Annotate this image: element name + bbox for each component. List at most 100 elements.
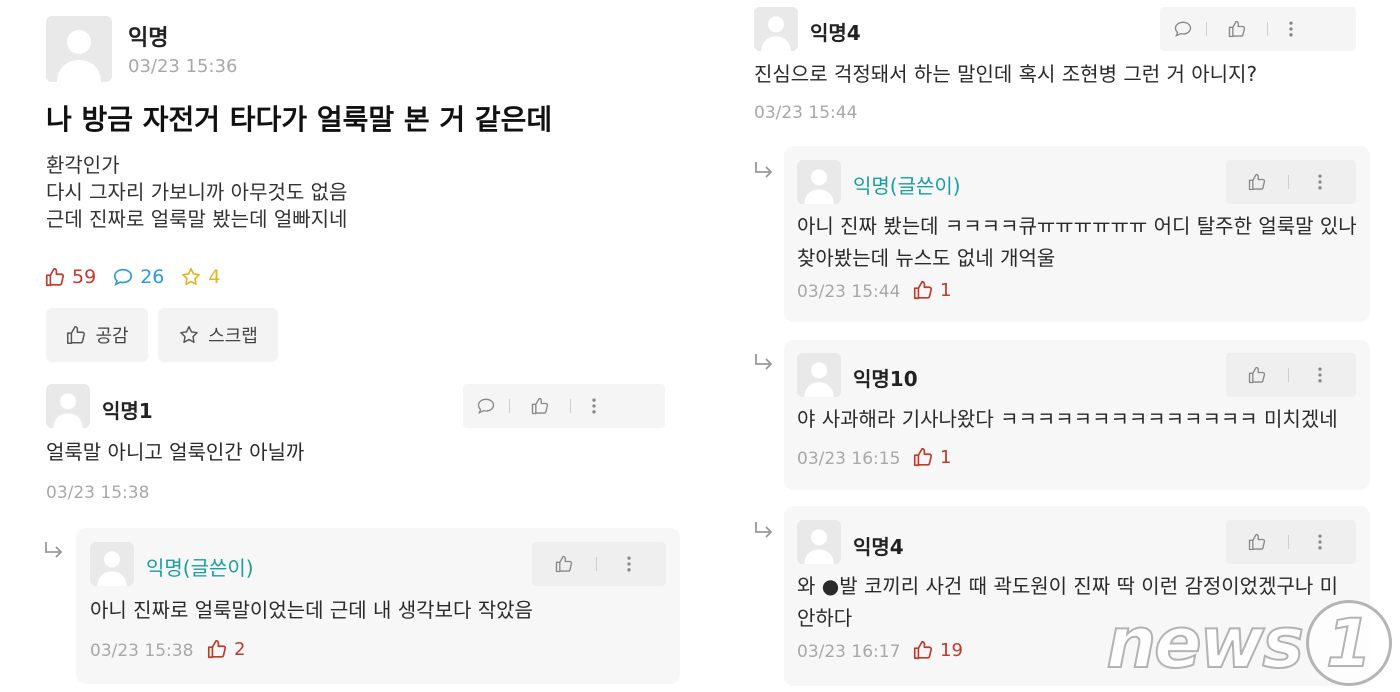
reply-arrow-icon [755,162,773,178]
reply-arrow-icon [755,354,773,370]
post-stats: 59 26 4 [44,266,220,288]
thumbs-up-icon [1248,533,1266,551]
post-title: 나 방금 자전거 타다가 얼룩말 본 거 같은데 [46,103,553,136]
comment-line: 찾아봤는데 뉴스도 없네 개억울 [797,246,1056,270]
comment-count: 26 [112,266,164,288]
comment-toolbar [532,542,666,586]
comment-avatar [797,353,841,397]
comment-toolbar [1226,160,1356,204]
reply-button[interactable] [463,384,509,428]
more-vertical-icon [1318,534,1322,550]
reply-button[interactable] [1160,7,1206,51]
like-comment-button[interactable] [510,384,570,428]
more-button[interactable] [1289,353,1351,397]
more-vertical-icon [627,556,631,572]
comment-author: 익명4 [853,535,904,559]
more-button[interactable] [1289,520,1351,564]
thumbs-up-icon [207,639,227,659]
like-comment-button[interactable] [1226,520,1288,564]
thumbs-up-icon [913,280,933,300]
comment-like-count: 19 [912,639,963,661]
like-button[interactable]: 공감 [46,308,148,362]
thumbs-up-icon [45,267,65,287]
thumbs-up-icon [1248,366,1266,384]
like-comment-button[interactable] [1207,7,1267,51]
comment-toolbar [1226,520,1356,564]
more-button[interactable] [571,384,617,428]
comment-like-count: 1 [912,446,951,468]
more-button[interactable] [597,542,661,586]
speech-bubble-icon [477,398,495,415]
scrap-button[interactable]: 스크랩 [158,308,278,362]
avatar-icon [46,16,112,82]
more-vertical-icon [1318,367,1322,383]
star-icon [180,326,198,343]
comment-text: 얼룩말 아니고 얼룩인간 아닐까 [46,440,305,464]
avatar-icon [46,384,90,428]
comment-like-count: 1 [912,279,951,301]
comment-author: 익명10 [853,367,918,391]
watermark-text: news [1105,601,1305,685]
post-body-line: 근데 진짜로 얼룩말 봤는데 얼빠지네 [46,207,348,231]
comment-line: 아니 진짜 봤는데 ㅋㅋㅋㅋ큐ㅠㅠㅠㅠㅠㅠ 어디 탈주한 얼룩말 있나 [797,214,1357,238]
like-comment-button[interactable] [1226,160,1288,204]
avatar-icon [797,160,841,204]
more-vertical-icon [1289,21,1293,37]
comment-text: 야 사과해라 기사나왔다 ㅋㅋㅋㅋㅋㅋㅋㅋㅋㅋㅋㅋㅋㅋ 미치겠네 [797,407,1338,431]
scrap-count: 4 [180,266,220,288]
reply-arrow-icon [755,522,773,538]
post-body: 환각인가 다시 그자리 가보니까 아무것도 없음 근데 진짜로 얼룩말 봤는데 … [46,152,347,233]
thumbs-up-icon [913,640,933,660]
post-author: 익명 [128,26,169,51]
comment-text: 아니 진짜로 얼룩말이었는데 근데 내 생각보다 작았음 [90,598,533,622]
like-comment-button[interactable] [1226,353,1288,397]
post-avatar [46,16,112,82]
thumbs-up-icon [531,397,549,415]
comment-avatar [90,542,134,586]
comment-time: 03/23 15:38 [46,483,150,503]
comment-avatar [46,384,90,428]
avatar-icon [754,7,798,51]
like-comment-button[interactable] [532,542,596,586]
more-vertical-icon [592,398,596,414]
post-time: 03/23 15:36 [128,56,238,77]
reply-arrow-icon [45,542,63,558]
comment-avatar [797,520,841,564]
more-button[interactable] [1268,7,1314,51]
comment-time: 03/23 15:38 [90,641,194,661]
news1-watermark: news 1 [1105,600,1392,686]
comment-time: 03/23 16:17 [797,642,901,662]
like-count: 59 [44,266,96,288]
comment-author: 익명(글쓴이) [146,556,254,580]
comment-avatar [754,7,798,51]
comment-time: 03/23 15:44 [797,282,901,302]
comment-toolbar [1160,7,1356,51]
comment-time: 03/23 15:44 [754,103,858,123]
avatar-icon [797,520,841,564]
post-body-line: 다시 그자리 가보니까 아무것도 없음 [46,180,348,204]
star-icon [182,267,201,286]
comment-text: 진심으로 걱정돼서 하는 말인데 혹시 조현병 그런 거 아니지? [754,62,1258,86]
comment-avatar [797,160,841,204]
avatar-icon [90,542,134,586]
watermark-mark: 1 [1306,600,1392,686]
thumbs-up-icon [67,326,86,344]
comment-toolbar [1226,353,1356,397]
post-body-line: 환각인가 [46,153,120,177]
comment-line: 와 ●발 코끼리 사건 때 곽도원이 진짜 딱 이런 감정이었겠구나 미 [797,574,1339,598]
comment-time: 03/23 16:15 [797,449,901,469]
comment-text: 아니 진짜 봤는데 ㅋㅋㅋㅋ큐ㅠㅠㅠㅠㅠㅠ 어디 탈주한 얼룩말 있나 찾아봤는… [797,210,1357,274]
comment-toolbar [463,384,665,428]
comment-author: 익명4 [810,21,861,45]
speech-bubble-icon [1174,21,1192,38]
comment-author: 익명1 [102,399,153,423]
thumbs-up-icon [913,447,933,467]
avatar-icon [797,353,841,397]
more-vertical-icon [1318,174,1322,190]
thumbs-up-icon [555,555,573,573]
comment-like-count: 2 [206,638,245,660]
thumbs-up-icon [1228,20,1246,38]
more-button[interactable] [1289,160,1351,204]
comment-author: 익명(글쓴이) [853,174,961,198]
speech-bubble-icon [114,268,133,286]
